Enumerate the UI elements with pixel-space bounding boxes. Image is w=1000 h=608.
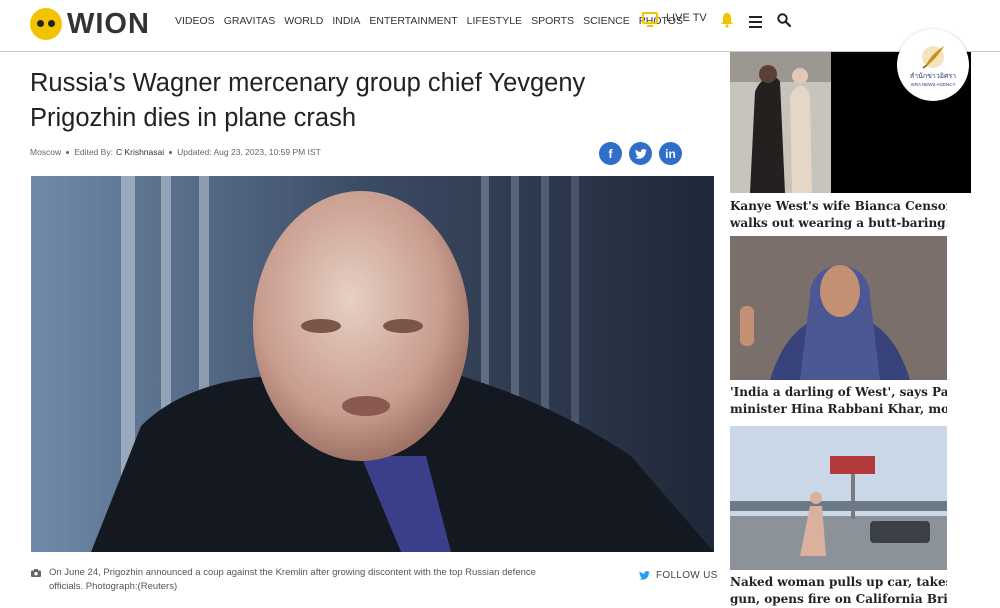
wion-logo[interactable]: WION <box>30 6 150 42</box>
sidebar-story-3[interactable]: Naked woman pulls up car, takes out gun,… <box>730 426 947 608</box>
main-nav: VIDEOS GRAVITAS WORLD INDIA ENTERTAINMEN… <box>175 15 692 27</box>
nav-sports[interactable]: SPORTS <box>531 15 574 27</box>
twitter-icon <box>639 571 650 580</box>
story-1-thumbnail <box>730 52 831 193</box>
article-updated: Updated: Aug 23, 2023, 10:59 PM IST <box>177 147 321 157</box>
follow-us-link[interactable]: FOLLOW US <box>639 570 718 581</box>
nav-india[interactable]: INDIA <box>332 15 360 27</box>
edited-by-label: Edited By: <box>74 147 113 157</box>
agency-logo: สำนักข่าวอิศรา ISRA NEWS AGENCY <box>897 29 969 101</box>
logo-mark <box>30 8 62 40</box>
facebook-share-button[interactable]: f <box>599 142 622 165</box>
article-location: Moscow <box>30 147 62 157</box>
agency-english-name: ISRA NEWS AGENCY <box>910 82 956 87</box>
agency-thai-name: สำนักข่าวอิศรา <box>909 73 957 80</box>
linkedin-share-button[interactable]: in <box>659 142 682 165</box>
sidebar-story-2[interactable]: 'India a darling of West', says Pak mini… <box>730 236 947 418</box>
nav-world[interactable]: WORLD <box>284 15 323 27</box>
logo-text: WION <box>67 7 150 40</box>
follow-us-label: FOLLOW US <box>656 570 718 581</box>
tv-icon <box>642 12 658 27</box>
nav-science[interactable]: SCIENCE <box>583 15 630 27</box>
nav-videos[interactable]: VIDEOS <box>175 15 215 27</box>
bell-icon[interactable] <box>720 12 734 28</box>
article-meta: Moscow Edited By: C Krishnasai Updated: … <box>30 147 321 157</box>
site-header: WION VIDEOS GRAVITAS WORLD INDIA ENTERTA… <box>0 0 1000 52</box>
menu-icon[interactable] <box>749 16 762 28</box>
camera-icon <box>31 569 41 577</box>
story-1-title: Kanye West's wife Bianca Censori walks o… <box>730 199 947 230</box>
nav-entertainment[interactable]: ENTERTAINMENT <box>369 15 457 27</box>
article-hero-image <box>31 176 714 552</box>
share-buttons: f in <box>599 142 682 165</box>
article-headline: Russia's Wagner mercenary group chief Ye… <box>30 69 586 132</box>
twitter-share-button[interactable] <box>629 142 652 165</box>
search-icon[interactable] <box>777 13 791 27</box>
story-2-thumbnail <box>730 236 947 380</box>
live-tv-link[interactable]: LIVE TV <box>642 12 707 27</box>
article-editor[interactable]: C Krishnasai <box>116 147 164 157</box>
story-3-thumbnail <box>730 426 947 570</box>
quill-icon <box>922 46 944 69</box>
story-3-title: Naked woman pulls up car, takes out gun,… <box>730 575 947 606</box>
image-caption: On June 24, Prigozhin announced a coup a… <box>31 566 551 594</box>
story-2-title: 'India a darling of West', says Pak mini… <box>730 385 947 416</box>
twitter-icon <box>634 148 647 159</box>
nav-gravitas[interactable]: GRAVITAS <box>224 15 276 27</box>
nav-lifestyle[interactable]: LIFESTYLE <box>467 15 522 27</box>
caption-text: On June 24, Prigozhin announced a coup a… <box>49 567 536 592</box>
live-tv-label: LIVE TV <box>666 12 707 24</box>
